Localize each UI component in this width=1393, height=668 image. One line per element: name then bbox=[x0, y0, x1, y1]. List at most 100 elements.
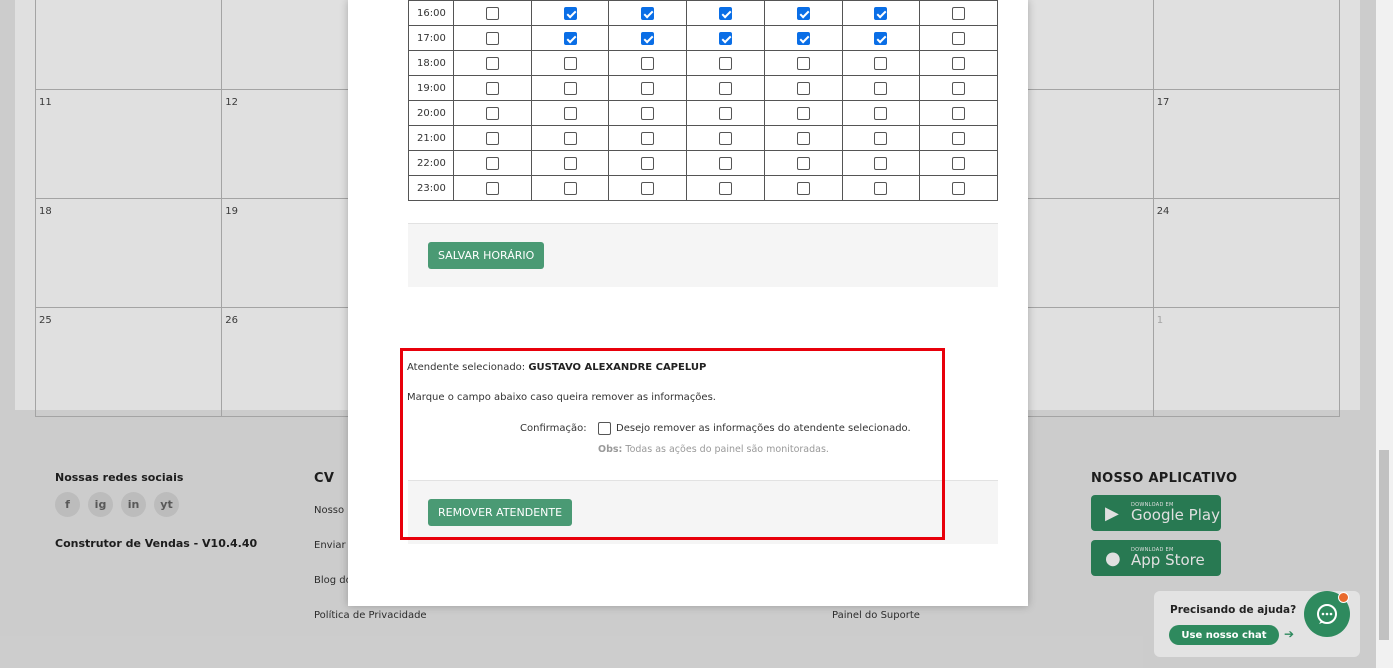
schedule-cell bbox=[608, 125, 688, 151]
schedule-cell bbox=[763, 125, 843, 151]
schedule-checkbox[interactable] bbox=[485, 81, 499, 95]
schedule-checkbox[interactable] bbox=[563, 106, 577, 120]
schedule-checkbox[interactable] bbox=[641, 56, 655, 70]
schedule-checkbox[interactable] bbox=[563, 31, 577, 45]
hour-label: 17:00 bbox=[408, 25, 454, 51]
schedule-checkbox[interactable] bbox=[874, 56, 888, 70]
schedule-checkbox[interactable] bbox=[485, 6, 499, 20]
schedule-checkbox[interactable] bbox=[874, 31, 888, 45]
hour-label: 20:00 bbox=[408, 100, 454, 126]
schedule-cell bbox=[763, 25, 843, 51]
schedule-cell bbox=[608, 0, 688, 26]
hour-label: 23:00 bbox=[408, 175, 454, 201]
schedule-checkbox[interactable] bbox=[874, 6, 888, 20]
schedule-cell bbox=[919, 25, 998, 51]
schedule-checkbox[interactable] bbox=[641, 106, 655, 120]
schedule-checkbox[interactable] bbox=[641, 131, 655, 145]
schedule-checkbox[interactable] bbox=[952, 156, 966, 170]
schedule-checkbox[interactable] bbox=[874, 106, 888, 120]
schedule-cell bbox=[919, 175, 998, 201]
schedule-checkbox[interactable] bbox=[796, 6, 810, 20]
schedule-checkbox[interactable] bbox=[796, 81, 810, 95]
schedule-cell bbox=[686, 100, 765, 126]
schedule-cell bbox=[919, 0, 998, 26]
schedule-checkbox[interactable] bbox=[874, 156, 888, 170]
schedule-checkbox[interactable] bbox=[718, 6, 732, 20]
schedule-checkbox[interactable] bbox=[952, 106, 966, 120]
schedule-checkbox[interactable] bbox=[952, 6, 966, 20]
schedule-cell bbox=[919, 50, 998, 76]
schedule-cell bbox=[530, 125, 610, 151]
schedule-checkbox[interactable] bbox=[485, 31, 499, 45]
schedule-cell bbox=[452, 100, 532, 126]
schedule-checkbox[interactable] bbox=[952, 181, 966, 195]
schedule-checkbox[interactable] bbox=[874, 81, 888, 95]
schedule-cell bbox=[841, 25, 921, 51]
schedule-cell bbox=[452, 150, 532, 176]
schedule-checkbox[interactable] bbox=[718, 56, 732, 70]
schedule-checkbox[interactable] bbox=[563, 56, 577, 70]
schedule-cell bbox=[686, 75, 765, 101]
schedule-checkbox[interactable] bbox=[796, 106, 810, 120]
schedule-checkbox[interactable] bbox=[874, 131, 888, 145]
schedule-checkbox[interactable] bbox=[952, 56, 966, 70]
schedule-checkbox[interactable] bbox=[641, 156, 655, 170]
schedule-checkbox[interactable] bbox=[563, 181, 577, 195]
use-chat-button[interactable]: Use nosso chat bbox=[1169, 625, 1279, 645]
schedule-checkbox[interactable] bbox=[796, 56, 810, 70]
schedule-checkbox[interactable] bbox=[718, 181, 732, 195]
schedule-checkbox[interactable] bbox=[485, 56, 499, 70]
page-scrollbar[interactable] bbox=[1376, 0, 1393, 668]
schedule-cell bbox=[763, 150, 843, 176]
schedule-checkbox[interactable] bbox=[563, 131, 577, 145]
schedule-cell bbox=[608, 100, 688, 126]
scrollbar-thumb[interactable] bbox=[1379, 450, 1389, 640]
schedule-checkbox[interactable] bbox=[641, 81, 655, 95]
remove-section-highlight bbox=[400, 348, 945, 540]
schedule-cell bbox=[919, 125, 998, 151]
schedule-checkbox[interactable] bbox=[952, 131, 966, 145]
schedule-cell bbox=[841, 175, 921, 201]
schedule-cell bbox=[530, 100, 610, 126]
schedule-cell bbox=[530, 25, 610, 51]
schedule-checkbox[interactable] bbox=[563, 6, 577, 20]
schedule-cell bbox=[919, 75, 998, 101]
schedule-checkbox[interactable] bbox=[485, 156, 499, 170]
schedule-cell bbox=[919, 150, 998, 176]
schedule-cell bbox=[841, 50, 921, 76]
help-title: Precisando de ajuda? bbox=[1170, 604, 1297, 616]
schedule-checkbox[interactable] bbox=[718, 156, 732, 170]
schedule-checkbox[interactable] bbox=[485, 106, 499, 120]
schedule-checkbox[interactable] bbox=[718, 81, 732, 95]
attendant-modal: 16:00 17:00 18:00 19:00 20:00 21:00 22:00 23:00… bbox=[348, 0, 1028, 606]
schedule-checkbox[interactable] bbox=[718, 31, 732, 45]
schedule-checkbox[interactable] bbox=[796, 181, 810, 195]
schedule-checkbox[interactable] bbox=[796, 31, 810, 45]
schedule-checkbox[interactable] bbox=[874, 181, 888, 195]
schedule-cell bbox=[452, 0, 532, 26]
schedule-cell bbox=[452, 175, 532, 201]
schedule-cell bbox=[530, 50, 610, 76]
schedule-checkbox[interactable] bbox=[796, 131, 810, 145]
schedule-checkbox[interactable] bbox=[485, 131, 499, 145]
schedule-cell bbox=[763, 0, 843, 26]
schedule-checkbox[interactable] bbox=[718, 106, 732, 120]
schedule-checkbox[interactable] bbox=[718, 131, 732, 145]
schedule-cell bbox=[686, 150, 765, 176]
schedule-cell bbox=[530, 0, 610, 26]
schedule-cell bbox=[686, 175, 765, 201]
schedule-row: 23:00 bbox=[408, 175, 998, 201]
schedule-checkbox[interactable] bbox=[563, 156, 577, 170]
schedule-checkbox[interactable] bbox=[952, 31, 966, 45]
save-schedule-button[interactable]: SALVAR HORÁRIO bbox=[428, 242, 545, 269]
schedule-checkbox[interactable] bbox=[641, 181, 655, 195]
schedule-checkbox[interactable] bbox=[796, 156, 810, 170]
schedule-checkbox[interactable] bbox=[563, 81, 577, 95]
schedule-cell bbox=[686, 25, 765, 51]
schedule-checkbox[interactable] bbox=[641, 6, 655, 20]
schedule-row: 18:00 bbox=[408, 50, 998, 76]
schedule-checkbox[interactable] bbox=[952, 81, 966, 95]
schedule-checkbox[interactable] bbox=[485, 181, 499, 195]
schedule-cell bbox=[608, 25, 688, 51]
schedule-checkbox[interactable] bbox=[641, 31, 655, 45]
